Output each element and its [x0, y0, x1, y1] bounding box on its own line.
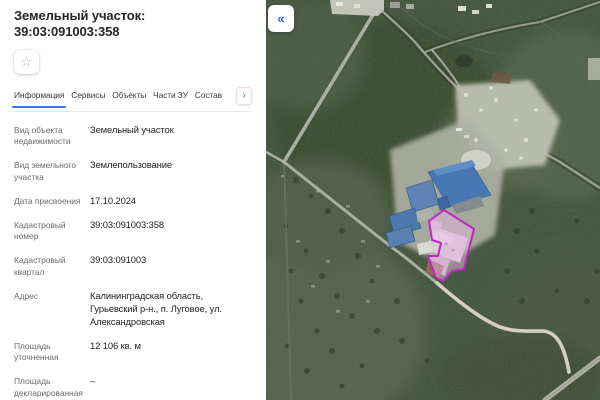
field-value: –	[90, 375, 252, 400]
field-value: Земельный участок	[90, 124, 252, 149]
field-row-cadastral-number: Кадастровый номер 39:03:091003:358	[14, 219, 252, 244]
field-row-cadastral-block: Кадастровый квартал 39:03:091003	[14, 254, 252, 279]
tab-services[interactable]: Сервисы	[71, 90, 105, 101]
field-label: Площадь уточненная	[14, 340, 90, 365]
field-row-address: Адрес Калининградская область, Гурьевски…	[14, 290, 252, 329]
cadastral-map-app: Земельный участок: 39:03:091003:358 ☆ Ин…	[0, 0, 600, 400]
parcel-info-panel: Земельный участок: 39:03:091003:358 ☆ Ин…	[0, 0, 266, 400]
star-icon: ☆	[21, 55, 33, 68]
field-value: 12 106 кв. м	[90, 340, 252, 365]
tab-parcel-parts[interactable]: Части ЗУ	[153, 90, 188, 101]
tab-composition[interactable]: Состав	[195, 90, 222, 101]
tab-information[interactable]: Информация	[14, 90, 64, 101]
field-value: 17.10.2024	[90, 195, 252, 208]
field-value: Землепользование	[90, 159, 252, 184]
tabs-overflow-button[interactable]: ›	[236, 87, 252, 105]
field-row-assignment-date: Дата присвоения 17.10.2024	[14, 195, 252, 208]
field-label: Вид земельного участка	[14, 159, 90, 184]
field-value: 39:03:091003:358	[90, 219, 252, 244]
field-row-area-refined: Площадь уточненная 12 106 кв. м	[14, 340, 252, 365]
tab-bar: Информация Сервисы Объекты Части ЗУ Сост…	[14, 87, 252, 112]
field-row-object-type: Вид объекта недвижимости Земельный участ…	[14, 124, 252, 149]
field-label: Кадастровый квартал	[14, 254, 90, 279]
field-row-area-declared: Площадь декларированная –	[14, 375, 252, 400]
chevron-double-left-icon: «	[277, 12, 284, 25]
field-row-parcel-type: Вид земельного участка Землепользование	[14, 159, 252, 184]
field-value: 39:03:091003	[90, 254, 252, 279]
field-label: Площадь декларированная	[14, 375, 90, 400]
page-title: Земельный участок: 39:03:091003:358	[14, 8, 252, 41]
field-value: Калининградская область, Гурьевский р-н.…	[90, 290, 252, 329]
map-canvas[interactable]: «	[266, 0, 600, 400]
tab-objects[interactable]: Объекты	[112, 90, 146, 101]
collapse-panel-button[interactable]: «	[268, 5, 294, 32]
field-list: Вид объекта недвижимости Земельный участ…	[14, 112, 252, 400]
chevron-right-icon: ›	[242, 91, 245, 101]
satellite-map	[266, 0, 600, 400]
field-label: Дата присвоения	[14, 195, 90, 208]
field-label: Кадастровый номер	[14, 219, 90, 244]
field-label: Вид объекта недвижимости	[14, 124, 90, 149]
field-label: Адрес	[14, 290, 90, 329]
favorite-button[interactable]: ☆	[14, 50, 39, 74]
